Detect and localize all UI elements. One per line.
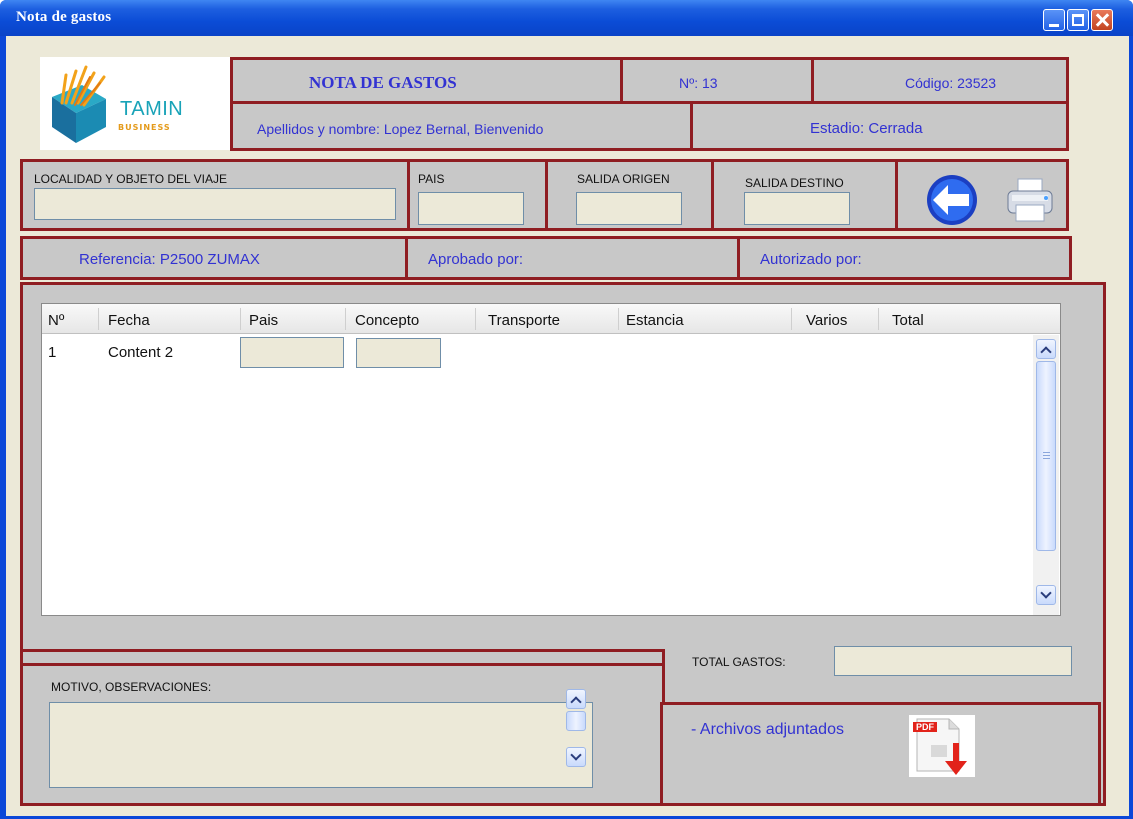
country-label: PAIS [418, 172, 445, 186]
chevron-up-icon [570, 696, 582, 708]
destination-label: SALIDA DESTINO [745, 176, 844, 190]
expenses-table[interactable]: Nº Fecha Pais Concepto Transporte Estanc… [41, 303, 1061, 616]
print-icon[interactable] [1004, 175, 1056, 227]
title-bar[interactable]: Nota de gastos [0, 0, 1133, 36]
status-text: Estadio: Cerrada [810, 120, 923, 137]
country-field[interactable] [418, 192, 524, 225]
authorized-panel: Autorizado por: [737, 236, 1072, 280]
reference-text: Referencia: P2500 ZUMAX [79, 251, 260, 268]
origin-label: SALIDA ORIGEN [577, 172, 670, 186]
locality-label: LOCALIDAD Y OBJETO DEL VIAJE [34, 172, 227, 186]
notes-label: MOTIVO, OBSERVACIONES: [51, 680, 212, 694]
number-panel: Nº: 13 [620, 57, 814, 104]
company-logo: TAMIN BUSINESS [40, 57, 232, 150]
back-arrow-icon[interactable] [924, 172, 980, 228]
employee-name: Apellidos y nombre: Lopez Bernal, Bienve… [257, 121, 544, 137]
pdf-badge: PDF [913, 722, 937, 732]
notes-textarea[interactable] [49, 689, 593, 788]
logo-subtitle: BUSINESS [118, 123, 171, 132]
table-header: Nº Fecha Pais Concepto Transporte Estanc… [42, 304, 1060, 334]
column-header-n[interactable]: Nº [48, 312, 64, 329]
pdf-download-icon[interactable]: PDF [909, 715, 975, 777]
minimize-icon [1049, 24, 1059, 27]
total-label: TOTAL GASTOS: [692, 655, 786, 669]
logo-icon [52, 65, 106, 143]
row-concept-field[interactable] [356, 338, 441, 368]
column-header-varios[interactable]: Varios [806, 312, 847, 329]
row-number: 1 [48, 344, 57, 361]
window-title: Nota de gastos [16, 9, 112, 25]
doc-title-panel: NOTA DE GASTOS [230, 57, 623, 104]
destination-panel: SALIDA DESTINO [711, 159, 898, 231]
column-header-fecha[interactable]: Fecha [108, 312, 150, 329]
scroll-up-button[interactable] [1036, 339, 1056, 359]
scroll-down-button[interactable] [1036, 585, 1056, 605]
actions-panel [895, 159, 1069, 231]
attachments-panel: - Archivos adjuntados PDF [660, 702, 1101, 806]
maximize-icon [1072, 14, 1084, 26]
origin-panel: SALIDA ORIGEN [545, 159, 714, 231]
notes-scroll-thumb[interactable] [566, 711, 586, 731]
country-panel: PAIS [407, 159, 548, 231]
logo-text: TAMIN [120, 98, 184, 120]
doc-code: Código: 23523 [905, 75, 997, 91]
column-header-transporte[interactable]: Transporte [488, 312, 560, 329]
close-button[interactable] [1091, 9, 1113, 31]
chevron-down-icon [1040, 587, 1052, 599]
notes-scroll-up-button[interactable] [566, 689, 586, 709]
column-header-pais[interactable]: Pais [249, 312, 278, 329]
authorized-text: Autorizado por: [760, 251, 862, 268]
destination-field[interactable] [744, 192, 850, 225]
minimize-button[interactable] [1043, 9, 1065, 31]
status-panel: Estadio: Cerrada [690, 101, 1069, 151]
chevron-down-icon [570, 749, 582, 761]
column-header-estancia[interactable]: Estancia [626, 312, 684, 329]
maximize-button[interactable] [1067, 9, 1089, 31]
approved-text: Aprobado por: [428, 251, 524, 268]
reference-panel: Referencia: P2500 ZUMAX [20, 236, 408, 280]
origin-field[interactable] [576, 192, 682, 225]
code-panel: Código: 23523 [811, 57, 1069, 104]
total-field[interactable] [834, 646, 1072, 676]
column-header-concepto[interactable]: Concepto [355, 312, 419, 329]
locality-field[interactable] [34, 188, 396, 220]
chevron-up-icon [1040, 346, 1052, 358]
row-country-field[interactable] [240, 337, 344, 368]
name-panel: Apellidos y nombre: Lopez Bernal, Bienve… [230, 101, 693, 151]
notes-panel: MOTIVO, OBSERVACIONES: [20, 663, 665, 806]
column-header-total[interactable]: Total [892, 312, 924, 329]
approved-panel: Aprobado por: [405, 236, 740, 280]
doc-number: Nº: 13 [679, 75, 718, 91]
locality-panel: LOCALIDAD Y OBJETO DEL VIAJE [20, 159, 410, 231]
doc-title: NOTA DE GASTOS [309, 73, 457, 92]
scroll-thumb[interactable] [1036, 361, 1056, 551]
table-scrollbar[interactable] [1033, 335, 1059, 615]
notes-scroll-down-button[interactable] [566, 747, 586, 767]
row-date: Content 2 [108, 344, 174, 361]
attachments-label[interactable]: - Archivos adjuntados [691, 721, 844, 739]
